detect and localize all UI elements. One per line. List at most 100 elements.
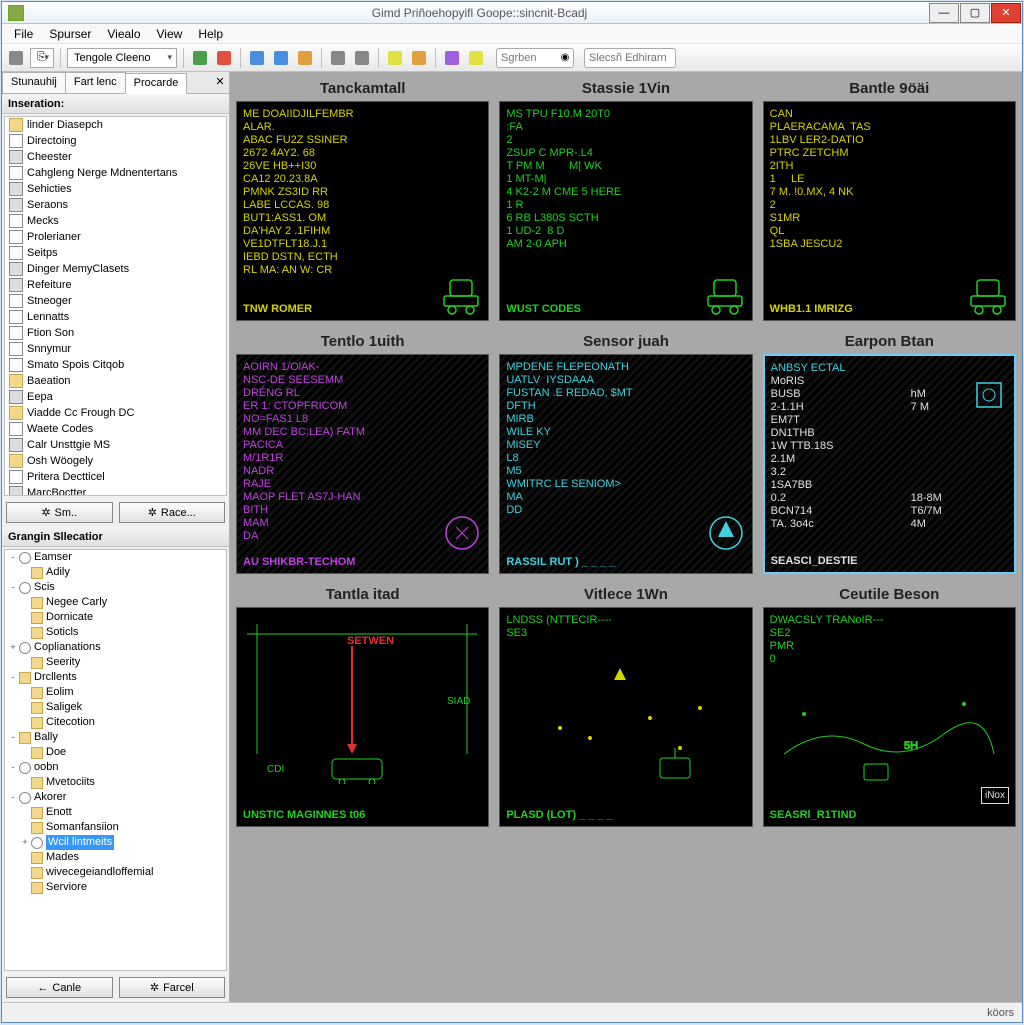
tree-node[interactable]: Soticls (5, 625, 226, 640)
expand-icon[interactable]: - (7, 550, 19, 565)
tool-copy-icon[interactable] (328, 48, 348, 68)
menu-help[interactable]: Help (190, 25, 231, 43)
panel-screen[interactable]: ME DOAIIDJILFEMBRALAR.ABAC FU2Z SSINER26… (236, 101, 489, 321)
tool-x-icon[interactable] (214, 48, 234, 68)
display-panel-7[interactable]: Vitlece 1WnLNDSS (NTTECIR----SE3PLASD (L… (499, 584, 752, 827)
list-item[interactable]: Pritera Dectticel (5, 469, 226, 485)
tree-node[interactable]: Dornicate (5, 610, 226, 625)
expand-icon[interactable]: - (7, 790, 19, 805)
tree[interactable]: -EamserAdily-ScisNegee CarlyDornicateSot… (4, 549, 227, 971)
tree-node[interactable]: Mvetociits (5, 775, 226, 790)
list-item[interactable]: Cheester (5, 149, 226, 165)
panel-screen[interactable]: AOIRN 1/OlAK-NSC-DE SEESEMMDRÉNG RLER 1:… (236, 354, 489, 574)
menu-file[interactable]: File (6, 25, 41, 43)
sim-button[interactable]: ✲Sm.. (6, 502, 113, 523)
list-item[interactable]: Mecks (5, 213, 226, 229)
tree-node[interactable]: Saligek (5, 700, 226, 715)
panel-screen[interactable]: DWACSLY TRANoIR---SE2PMR05HiNoxSEASRl_R1… (763, 607, 1016, 827)
expand-icon[interactable]: - (7, 730, 19, 745)
list-item[interactable]: Osh Wöogely (5, 453, 226, 469)
tree-node[interactable]: Enott (5, 805, 226, 820)
search-2[interactable] (584, 48, 676, 68)
display-panel-5[interactable]: Earpon BtanANBSY ECTALMoRISBUSBhM2-1.1H7… (763, 331, 1016, 574)
tree-node[interactable]: -Scis (5, 580, 226, 595)
expand-icon[interactable]: - (7, 580, 19, 595)
tree-node[interactable]: +Coplianations (5, 640, 226, 655)
tool-help-icon[interactable] (466, 48, 486, 68)
maximize-button[interactable]: ▢ (960, 3, 990, 23)
inseration-list[interactable]: linder DiasepchDirectoingCheesterCahglen… (4, 116, 227, 496)
tree-node[interactable]: Serviore (5, 880, 226, 895)
list-item[interactable]: linder Diasepch (5, 117, 226, 133)
tool-globe-icon[interactable] (271, 48, 291, 68)
list-item[interactable]: MarcBoctter (5, 485, 226, 496)
list-item[interactable]: Sehicties (5, 181, 226, 197)
expand-icon[interactable]: - (7, 760, 19, 775)
expand-icon[interactable]: - (7, 670, 19, 685)
tree-node[interactable]: -Bally (5, 730, 226, 745)
tree-node[interactable]: Citecotion (5, 715, 226, 730)
tool-back-icon[interactable] (385, 48, 405, 68)
tree-node[interactable]: Somanfansiion (5, 820, 226, 835)
tool-forward-icon[interactable] (409, 48, 429, 68)
tool-combo-recent[interactable]: ⎘ (30, 48, 54, 68)
list-item[interactable]: Stneoger (5, 293, 226, 309)
menu-view[interactable]: View (149, 25, 191, 43)
display-panel-0[interactable]: TanckamtallME DOAIIDJILFEMBRALAR.ABAC FU… (236, 78, 489, 321)
list-item[interactable]: Waete Codes (5, 421, 226, 437)
close-button[interactable]: ✕ (991, 3, 1021, 23)
list-item[interactable]: Lennatts (5, 309, 226, 325)
tree-node[interactable]: wivecegeiandloffemial (5, 865, 226, 880)
tool-new-icon[interactable] (6, 48, 26, 68)
tool-refresh-icon[interactable] (247, 48, 267, 68)
panel-screen[interactable]: SETWENCDISIADUNSTIC MAGINNES t06 (236, 607, 489, 827)
menu-viealo[interactable]: Viealo (99, 25, 148, 43)
tree-node[interactable]: Eolim (5, 685, 226, 700)
search-1-input[interactable] (497, 52, 557, 64)
tool-info-icon[interactable] (442, 48, 462, 68)
tool-home-icon[interactable] (295, 48, 315, 68)
tab-close-icon[interactable]: ✕ (211, 72, 229, 93)
list-item[interactable]: Viadde Cc Frough DC (5, 405, 226, 421)
panel-screen[interactable]: ANBSY ECTALMoRISBUSBhM2-1.1H7 MEM7TDN1TH… (763, 354, 1016, 574)
list-item[interactable]: Refeiture (5, 277, 226, 293)
list-item[interactable]: Dinger MemyClasets (5, 261, 226, 277)
tree-node[interactable]: +Wcil lintmeits (5, 835, 226, 850)
menu-spurser[interactable]: Spurser (41, 25, 99, 43)
tree-node[interactable]: Negee Carly (5, 595, 226, 610)
tree-node[interactable]: -oobn (5, 760, 226, 775)
display-panel-4[interactable]: Sensor juahMPDENE FLEPEONATHUATLV IYSDAA… (499, 331, 752, 574)
display-panel-6[interactable]: Tantla itadSETWENCDISIADUNSTIC MAGINNES … (236, 584, 489, 827)
search-2-input[interactable] (585, 52, 675, 64)
list-item[interactable]: Smato Spois Citqob (5, 357, 226, 373)
expand-icon[interactable]: + (7, 640, 19, 655)
tab-fartlenc[interactable]: Fart lenc (65, 72, 126, 93)
tree-node[interactable]: -Drcllents (5, 670, 226, 685)
list-item[interactable]: Snnymur (5, 341, 226, 357)
tree-node[interactable]: -Eamser (5, 550, 226, 565)
display-panel-1[interactable]: Stassie 1VinMS TPU F10.M 20T0:FA2ZSUP C … (499, 78, 752, 321)
tool-grid-icon[interactable] (190, 48, 210, 68)
list-item[interactable]: Calr Unsttgie MS (5, 437, 226, 453)
expand-icon[interactable]: + (19, 835, 31, 850)
tree-node[interactable]: Seerity (5, 655, 226, 670)
tab-procarde[interactable]: Procarde (125, 73, 188, 94)
tree-node[interactable]: -Akorer (5, 790, 226, 805)
list-item[interactable]: Baeation (5, 373, 226, 389)
tree-node[interactable]: Doe (5, 745, 226, 760)
list-item[interactable]: Directoing (5, 133, 226, 149)
list-item[interactable]: Ftion Son (5, 325, 226, 341)
search-1[interactable]: ◉ (496, 48, 574, 68)
search-1-radio-icon[interactable]: ◉ (557, 52, 573, 63)
list-item[interactable]: Eepa (5, 389, 226, 405)
tool-paste-icon[interactable] (352, 48, 372, 68)
display-panel-2[interactable]: Bantle 9öäiCANPLAERACAMA TAS1LBV LER2-DA… (763, 78, 1016, 321)
cancel-button[interactable]: ←Canle (6, 977, 113, 998)
panel-screen[interactable]: MPDENE FLEPEONATHUATLV IYSDAAAFUSTAN .E … (499, 354, 752, 574)
tool-combo-tengole[interactable]: Tengole Cleeno (67, 48, 177, 68)
panel-screen[interactable]: LNDSS (NTTECIR----SE3PLASD (LOT) _ _ _ _ (499, 607, 752, 827)
panel-screen[interactable]: CANPLAERACAMA TAS1LBV LER2-DATIOPTRC ZET… (763, 101, 1016, 321)
list-item[interactable]: Seitps (5, 245, 226, 261)
list-item[interactable]: Cahgleng Nerge Mdnentertans (5, 165, 226, 181)
display-panel-8[interactable]: Ceutile BesonDWACSLY TRANoIR---SE2PMR05H… (763, 584, 1016, 827)
